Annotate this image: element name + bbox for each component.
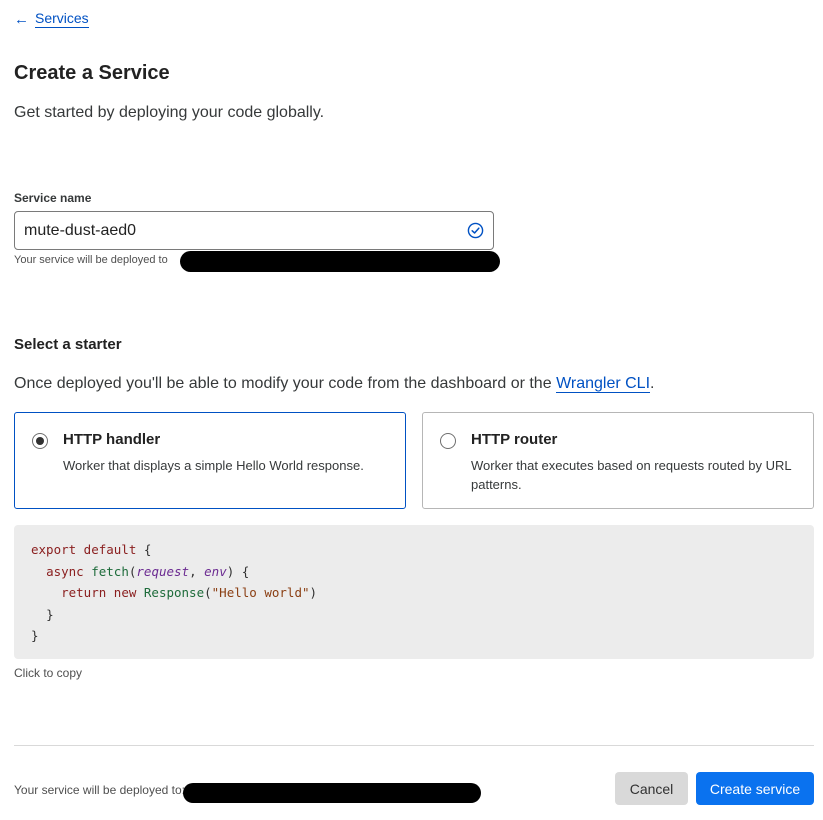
- code-function: Response: [143, 585, 205, 600]
- code-text: ) {: [226, 563, 250, 579]
- radio-selected-icon[interactable]: [32, 433, 48, 449]
- redacted-url: [180, 251, 500, 272]
- code-keyword: export default: [31, 542, 137, 557]
- code-function: fetch: [91, 563, 129, 579]
- cancel-button[interactable]: Cancel: [615, 772, 688, 805]
- code-text: {: [136, 542, 152, 557]
- breadcrumb-back-link[interactable]: ← Services: [14, 10, 89, 28]
- code-line: }: [31, 625, 797, 647]
- starter-section-title: Select a starter: [14, 336, 122, 353]
- code-text: ,: [189, 563, 205, 579]
- starter-description-text: Once deployed you'll be able to modify y…: [14, 375, 552, 392]
- wrangler-cli-link[interactable]: Wrangler CLI: [556, 375, 651, 393]
- code-line: async fetch(request, env) {: [31, 561, 797, 583]
- copy-hint: Click to copy: [14, 666, 83, 680]
- code-line: export default {: [31, 539, 797, 561]
- code-text: }: [31, 628, 39, 643]
- service-name-label: Service name: [14, 191, 92, 205]
- code-line: }: [31, 604, 797, 626]
- code-snippet[interactable]: export default { async fetch(request, en…: [14, 525, 814, 659]
- redacted-url: [183, 783, 481, 803]
- code-keyword: return new: [61, 585, 137, 600]
- starter-option-http-router[interactable]: HTTP router Worker that executes based o…: [422, 412, 814, 509]
- footer-deploy-hint: Your service will be deployed to:: [14, 783, 185, 797]
- arrow-left-icon: ←: [14, 10, 29, 28]
- code-text: }: [46, 606, 54, 622]
- deploy-url-hint: Your service will be deployed to: [14, 254, 168, 266]
- code-keyword: async: [46, 563, 84, 579]
- service-name-input[interactable]: [15, 212, 493, 249]
- starter-option-title: HTTP handler: [63, 431, 161, 448]
- starter-option-title: HTTP router: [471, 431, 558, 448]
- starter-description: Once deployed you'll be able to modify y…: [14, 375, 654, 393]
- code-text: (: [204, 585, 212, 600]
- starter-description-end: .: [650, 375, 655, 392]
- footer-divider: [14, 745, 814, 746]
- create-service-button[interactable]: Create service: [696, 772, 814, 805]
- page-subtitle: Get started by deploying your code globa…: [14, 104, 325, 121]
- starter-option-description: Worker that executes based on requests r…: [471, 458, 792, 492]
- check-circle-icon: [467, 222, 484, 239]
- service-name-field: [14, 211, 494, 250]
- code-string: "Hello world": [211, 585, 310, 600]
- starter-option-description: Worker that displays a simple Hello Worl…: [63, 458, 364, 473]
- code-line: return new Response("Hello world"): [31, 582, 797, 604]
- page-title: Create a Service: [14, 62, 170, 84]
- starter-option-http-handler[interactable]: HTTP handler Worker that displays a simp…: [14, 412, 406, 509]
- code-text: ): [309, 585, 318, 600]
- breadcrumb-label: Services: [35, 10, 89, 28]
- radio-unselected-icon[interactable]: [440, 433, 456, 449]
- code-param: request: [136, 563, 190, 579]
- code-param: env: [204, 563, 227, 579]
